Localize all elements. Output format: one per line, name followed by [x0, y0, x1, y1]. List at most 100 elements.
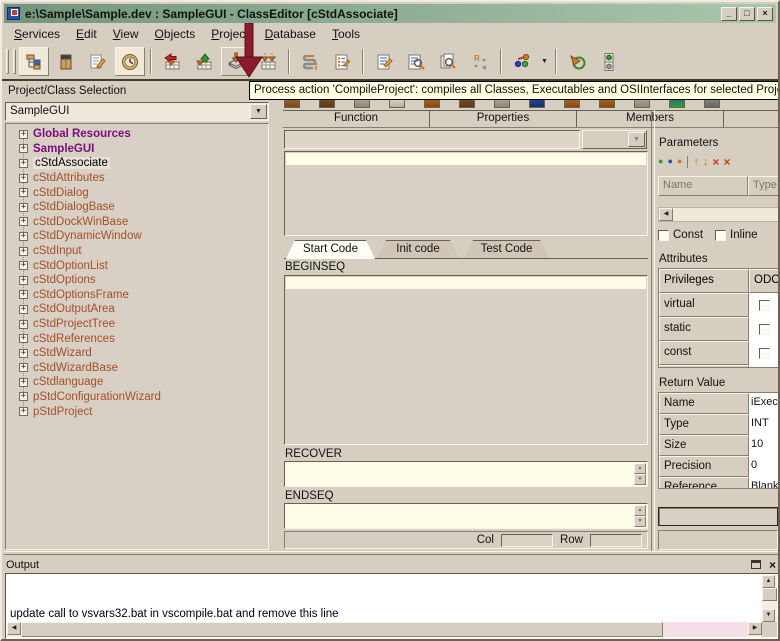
clipped-icon[interactable] [354, 99, 370, 108]
script-info-button[interactable] [295, 47, 325, 76]
edit-source-button[interactable] [83, 47, 113, 76]
function-signature-area[interactable] [284, 151, 648, 236]
expand-plus-icon[interactable]: + [19, 276, 28, 285]
tree-item[interactable]: +cStdOutputArea [6, 302, 268, 317]
resource-book-button[interactable] [51, 47, 81, 76]
chevron-down-icon[interactable]: ▼ [250, 104, 267, 119]
project-selector-combobox[interactable]: SampleGUI ▼ [5, 102, 269, 121]
parameters-hscrollbar[interactable]: ◀ [658, 207, 780, 222]
mini-scrollbar[interactable]: ▲ ▼ [634, 463, 646, 485]
scrollbar-track[interactable] [663, 622, 748, 637]
tree-item[interactable]: +cStdInput [6, 244, 268, 259]
run-project-button[interactable] [562, 47, 592, 76]
static-checkbox-cell[interactable] [749, 317, 779, 341]
tree-item[interactable]: +cStdReferences [6, 331, 268, 346]
scroll-right-icon[interactable]: ▶ [748, 622, 762, 635]
param-column-name[interactable]: Name [658, 176, 748, 196]
output-splitter[interactable] [4, 551, 780, 555]
clipped-icon[interactable] [284, 99, 300, 108]
checkbox-box[interactable] [759, 348, 770, 359]
tree-item[interactable]: +cStdOptionsFrame [6, 288, 268, 303]
const-checkbox-cell[interactable] [749, 341, 779, 365]
tree-item[interactable]: +cStdDialog [6, 185, 268, 200]
expand-plus-icon[interactable]: + [19, 290, 28, 299]
move-down-icon[interactable]: ↓ [703, 156, 709, 168]
output-hscrollbar[interactable]: ◀ ▶ [7, 622, 762, 637]
tree-item[interactable]: +cStdOptionList [6, 258, 268, 273]
function-filter-dropdown[interactable]: ▼ [582, 130, 647, 149]
scroll-left-icon[interactable]: ◀ [7, 622, 21, 635]
param-column-type[interactable]: Type [748, 176, 780, 196]
function-name-input[interactable] [284, 130, 580, 149]
menu-database[interactable]: Database [257, 25, 324, 43]
menu-edit[interactable]: Edit [68, 25, 105, 43]
clipped-icon[interactable] [599, 99, 615, 108]
maximize-button[interactable]: □ [739, 7, 755, 21]
document-edit-button[interactable] [369, 47, 399, 76]
checkbox-box[interactable] [759, 300, 770, 311]
scroll-up-icon[interactable]: ▲ [634, 505, 646, 516]
tree-item[interactable]: +cStdProjectTree [6, 317, 268, 332]
scroll-left-icon[interactable]: ◀ [659, 208, 673, 221]
tab-init-code[interactable]: Init code [377, 240, 459, 258]
scroll-up-icon[interactable]: ▲ [762, 575, 775, 588]
document-search-button[interactable] [401, 47, 431, 76]
check-out-button[interactable] [189, 47, 219, 76]
scroll-up-icon[interactable]: ▲ [634, 463, 646, 474]
clipped-icon[interactable] [459, 99, 475, 108]
delete-all-params-icon[interactable]: × [723, 155, 730, 169]
tree-item[interactable]: +cStdWizardBase [6, 361, 268, 376]
output-console[interactable]: update call to vsvars32.bat in vscompile… [5, 573, 779, 639]
tree-item[interactable]: +cStdDialogBase [6, 200, 268, 215]
copy-param-icon[interactable]: ● [677, 157, 682, 166]
tree-item[interactable]: +cStdOptions [6, 273, 268, 288]
scrollbar-thumb[interactable] [762, 588, 777, 601]
beginseq-code-editor[interactable] [284, 275, 648, 445]
check-in-button[interactable] [157, 47, 187, 76]
expand-plus-icon[interactable]: + [19, 188, 28, 197]
move-up-icon[interactable]: ↑ [693, 156, 699, 168]
replace-refresh-button[interactable]: R [465, 47, 495, 76]
tree-item-global-resources[interactable]: +Global Resources [6, 127, 268, 142]
expand-plus-icon[interactable]: + [19, 407, 28, 416]
delete-param-icon[interactable]: × [712, 155, 719, 169]
insert-param-icon[interactable]: ● [667, 157, 672, 166]
title-bar[interactable]: e:\Sample\Sample.dev : SampleGUI - Class… [4, 4, 776, 23]
tree-item[interactable]: +cStdWizard [6, 346, 268, 361]
menu-services[interactable]: Services [6, 25, 68, 43]
tree-item[interactable]: +cStdAttributes [6, 171, 268, 186]
expand-plus-icon[interactable]: + [19, 130, 28, 139]
tree-item-samplegui[interactable]: +SampleGUI [6, 142, 268, 157]
clipped-icon[interactable] [634, 99, 650, 108]
tree-item[interactable]: +cStdDockWinBase [6, 215, 268, 230]
clipped-icon[interactable] [424, 99, 440, 108]
tree-item[interactable]: +pStdConfigurationWizard [6, 390, 268, 405]
clipped-icon[interactable] [669, 99, 685, 108]
scrollbar-thumb[interactable] [21, 622, 663, 637]
expand-plus-icon[interactable]: + [19, 203, 28, 212]
tree-item-cstdassociate[interactable]: +cStdAssociate [6, 156, 268, 171]
clipped-icon[interactable] [389, 99, 405, 108]
tab-start-code[interactable]: Start Code [286, 240, 375, 259]
chevron-down-icon[interactable]: ▼ [628, 132, 645, 147]
expand-plus-icon[interactable]: + [19, 392, 28, 401]
endseq-code-editor[interactable]: ▲ ▼ [284, 503, 648, 529]
inline-checkbox[interactable]: Inline [715, 229, 758, 241]
checkbox-box[interactable] [759, 324, 770, 335]
debug-toggle-button[interactable] [594, 47, 624, 76]
expand-plus-icon[interactable]: + [19, 174, 28, 183]
checkbox-box[interactable] [658, 230, 669, 241]
minimize-button[interactable]: _ [721, 7, 737, 21]
close-button[interactable]: × [757, 7, 773, 21]
clock-button[interactable] [115, 47, 145, 76]
scrollbar-track[interactable] [762, 601, 777, 609]
tree-item[interactable]: +cStdlanguage [6, 375, 268, 390]
search-all-button[interactable] [433, 47, 463, 76]
mini-scrollbar[interactable]: ▲ ▼ [634, 505, 646, 527]
clipped-icon[interactable] [704, 99, 720, 108]
expand-plus-icon[interactable]: + [19, 349, 28, 358]
tab-function[interactable]: Function [283, 111, 430, 127]
output-close-icon[interactable]: × [769, 560, 776, 570]
const-checkbox[interactable]: Const [658, 229, 703, 241]
attr-column-odc[interactable]: ODC [749, 269, 780, 293]
